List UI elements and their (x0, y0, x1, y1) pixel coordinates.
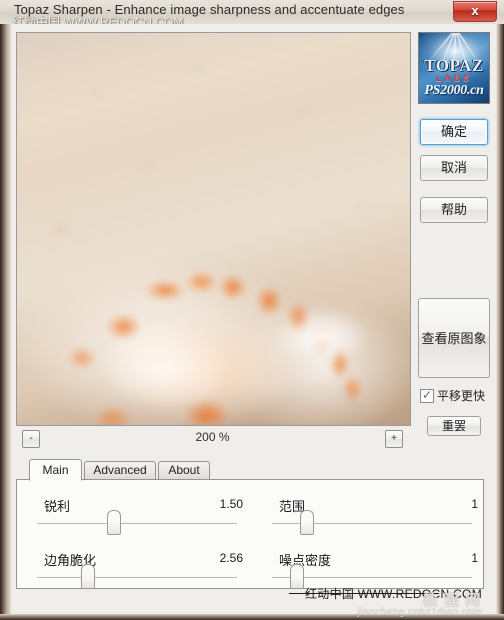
reset-button[interactable]: 重罢 (427, 416, 481, 436)
zoom-bar: - 200 % + (16, 428, 409, 452)
cancel-button[interactable]: 取消 (420, 155, 488, 181)
faster-pan-label: 平移更快 (437, 389, 486, 403)
faster-pan-checkbox[interactable]: ✓ 平移更快 (413, 387, 495, 404)
check-icon: ✓ (422, 387, 433, 402)
slider-thumb[interactable] (107, 510, 121, 535)
dialog-body: - 200 % + TOPAZ LABS PS2000.cn 确定 取消 帮助 … (11, 24, 496, 618)
tab-main[interactable]: Main (29, 459, 82, 481)
watermark-bottom: 红动中国 WWW.REDOCN.COM (288, 585, 482, 602)
slider-thumb[interactable] (81, 564, 95, 589)
preview-image (17, 33, 410, 425)
title-bar[interactable]: Topaz Sharpen - Enhance image sharpness … (0, 0, 504, 24)
right-control-column: TOPAZ LABS PS2000.cn 确定 取消 帮助 查看原图象 ✓ 平移… (413, 32, 495, 436)
window-frame-bottom (0, 614, 504, 620)
window-frame-right (496, 0, 504, 620)
topaz-sharpen-window: Topaz Sharpen - Enhance image sharpness … (0, 0, 504, 620)
slider-value: 2.56 (219, 551, 243, 565)
window-title: Topaz Sharpen - Enhance image sharpness … (14, 2, 405, 17)
zoom-level-label: 200 % (195, 430, 230, 444)
close-icon: x (471, 3, 479, 18)
tab-advanced[interactable]: Advanced (84, 461, 156, 480)
view-original-button[interactable]: 查看原图象 (418, 298, 490, 378)
close-button[interactable]: x (453, 1, 497, 22)
checkbox-box[interactable]: ✓ (420, 387, 434, 403)
tab-panel-main: 锐利 1.50 范围 1 边角脆化 2.56 噪点密度 1 (16, 479, 484, 589)
slider-value: 1.50 (219, 497, 243, 511)
logo-sub-text: LABS (435, 73, 473, 83)
slider-value: 1 (471, 497, 478, 511)
slider-track[interactable] (37, 577, 237, 578)
watermark-bottom-text: 红动中国 WWW.REDOCN.COM (304, 587, 482, 601)
slider-track[interactable] (37, 523, 237, 524)
help-button[interactable]: 帮助 (420, 197, 488, 223)
ok-button[interactable]: 确定 (420, 119, 488, 145)
image-preview-pane[interactable] (16, 32, 411, 426)
zoom-in-button[interactable]: + (385, 430, 403, 448)
tab-strip: Main Advanced About (16, 459, 486, 481)
watermark-rule (288, 593, 439, 594)
slider-label: 锐利 (44, 499, 71, 514)
slider-label: 噪点密度 (279, 553, 332, 568)
slider-thumb[interactable] (290, 564, 304, 589)
logo-watermark-text: PS2000.cn (424, 83, 484, 98)
slider-value: 1 (471, 551, 478, 565)
window-frame-left (0, 0, 11, 620)
tab-about[interactable]: About (158, 461, 210, 480)
slider-thumb[interactable] (300, 510, 314, 535)
topaz-labs-logo: TOPAZ LABS PS2000.cn (418, 32, 490, 104)
